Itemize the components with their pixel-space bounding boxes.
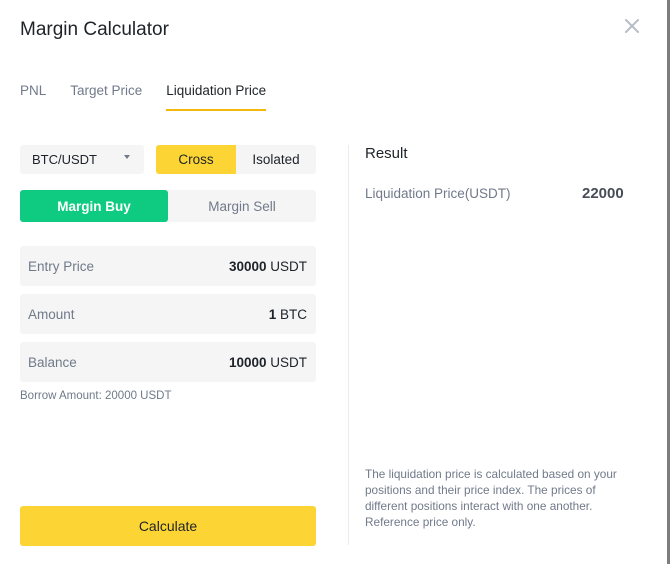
amount-label: Amount bbox=[28, 306, 75, 322]
side-toggle: Margin Buy Margin Sell bbox=[20, 190, 316, 222]
amount-field[interactable]: Amount 1 BTC bbox=[20, 294, 316, 334]
entry-price-label: Entry Price bbox=[28, 258, 95, 274]
balance-field[interactable]: Balance 10000 USDT bbox=[20, 342, 316, 382]
entry-price-value: 30000 bbox=[228, 258, 267, 274]
close-button[interactable] bbox=[622, 16, 642, 36]
entry-price-unit: USDT bbox=[270, 258, 307, 274]
margin-mode-toggle: Cross Isolated bbox=[156, 145, 316, 174]
result-title: Result bbox=[365, 145, 408, 162]
panel-divider bbox=[348, 145, 349, 545]
tab-pnl[interactable]: PNL bbox=[20, 83, 46, 110]
balance-unit: USDT bbox=[270, 354, 307, 370]
result-note: The liquidation price is calculated base… bbox=[365, 467, 617, 529]
dialog-title: Margin Calculator bbox=[20, 19, 169, 40]
cross-button[interactable]: Cross bbox=[156, 145, 236, 174]
margin-calculator-dialog: Margin Calculator PNL Target Price Liqui… bbox=[0, 0, 667, 564]
entry-price-field[interactable]: Entry Price 30000 USDT bbox=[20, 246, 316, 286]
amount-unit: BTC bbox=[280, 306, 307, 322]
liquidation-price-value: 22000 bbox=[582, 185, 624, 202]
tab-target-price[interactable]: Target Price bbox=[70, 83, 142, 110]
balance-label: Balance bbox=[28, 354, 77, 370]
pair-value: BTC/USDT bbox=[32, 152, 97, 167]
liquidation-price-label: Liquidation Price(USDT) bbox=[365, 186, 511, 201]
margin-sell-button[interactable]: Margin Sell bbox=[168, 190, 316, 222]
calculate-button[interactable]: Calculate bbox=[20, 506, 316, 546]
borrow-amount-text: Borrow Amount: 20000 USDT bbox=[20, 390, 172, 402]
tab-liquidation-price[interactable]: Liquidation Price bbox=[166, 83, 266, 111]
chevron-down-icon bbox=[124, 155, 130, 159]
amount-value: 1 bbox=[268, 306, 277, 322]
isolated-button[interactable]: Isolated bbox=[236, 145, 316, 174]
calculator-tabs: PNL Target Price Liquidation Price bbox=[20, 83, 290, 111]
pair-select[interactable]: BTC/USDT bbox=[20, 145, 144, 174]
margin-buy-button[interactable]: Margin Buy bbox=[20, 190, 168, 222]
close-icon bbox=[625, 19, 639, 33]
balance-value: 10000 bbox=[228, 354, 267, 370]
